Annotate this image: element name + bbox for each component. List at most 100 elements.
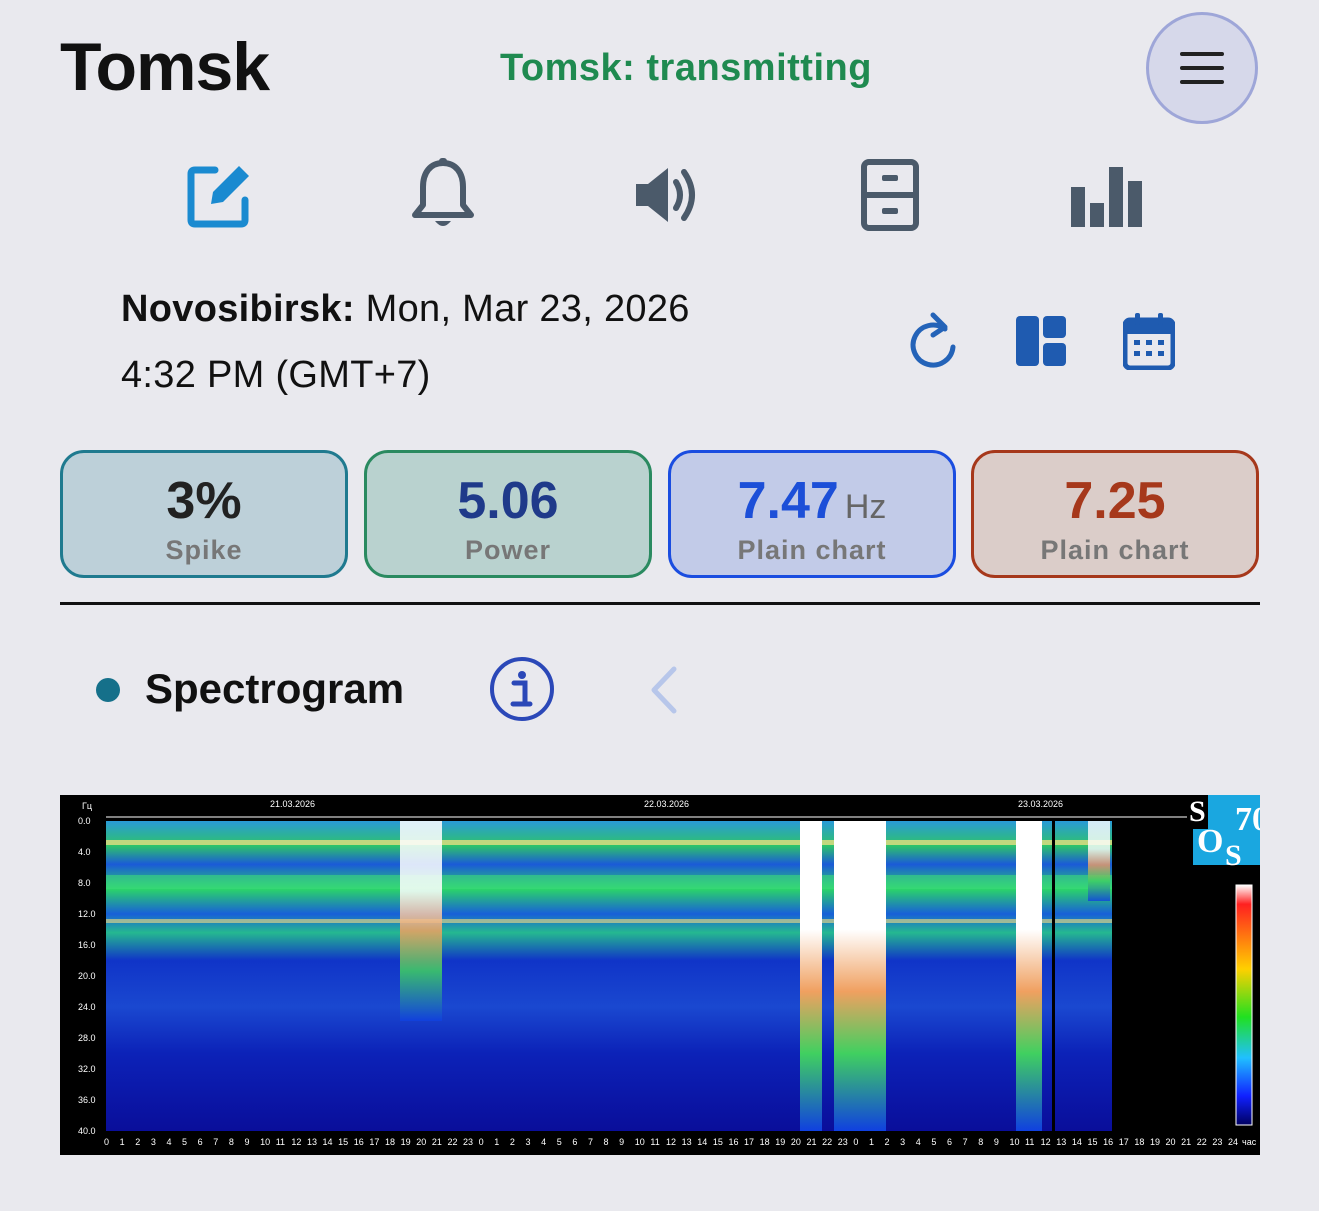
y-tick-label: 36.0: [78, 1095, 96, 1105]
y-tick-label: 24.0: [78, 1002, 96, 1012]
x-tick-label: 7: [963, 1137, 968, 1147]
sound-button[interactable]: [622, 150, 712, 240]
x-tick-label: 12: [666, 1137, 676, 1147]
band-yellow-1: [106, 840, 1112, 845]
y-tick-label: 0.0: [78, 816, 91, 826]
y-tick-label: 40.0: [78, 1126, 96, 1136]
x-tick-label: 12: [291, 1137, 301, 1147]
color-scale: [1235, 884, 1253, 1126]
x-tick-label: 6: [198, 1137, 203, 1147]
x-tick-label: 23: [1212, 1137, 1222, 1147]
amplitude-card[interactable]: 7.25 Plain chart: [971, 450, 1259, 578]
calendar-button[interactable]: [1113, 305, 1185, 377]
notifications-button[interactable]: [398, 150, 488, 240]
calendar-icon: [1123, 313, 1175, 370]
archive-button[interactable]: [845, 150, 935, 240]
x-tick-label: 14: [323, 1137, 333, 1147]
x-tick-label: 3: [151, 1137, 156, 1147]
x-tick-label: 0: [104, 1137, 109, 1147]
x-tick-label: 24: [1228, 1137, 1238, 1147]
x-tick-label: 17: [1119, 1137, 1129, 1147]
x-tick-label: 5: [931, 1137, 936, 1147]
layout-icon: [1016, 316, 1066, 366]
edit-button[interactable]: [175, 150, 265, 240]
x-tick-label: 8: [229, 1137, 234, 1147]
card-value: 3%: [166, 472, 242, 530]
y-tick-label: 12.0: [78, 909, 96, 919]
card-label: Power: [464, 535, 552, 565]
x-tick-label: 22: [447, 1137, 457, 1147]
card-label: Plain chart: [1040, 535, 1190, 565]
date-label-3: 23.03.2026: [1018, 799, 1063, 809]
x-tick-label: 16: [728, 1137, 738, 1147]
x-tick-label: 6: [947, 1137, 952, 1147]
x-tick-label: 2: [510, 1137, 515, 1147]
date-text: Mon, Mar 23, 2026: [365, 288, 690, 330]
refresh-icon: [910, 312, 956, 368]
x-tick-label: 6: [572, 1137, 577, 1147]
x-tick-label: 17: [369, 1137, 379, 1147]
spectrogram-plot: Гц час 21.03.2026 22.03.2026 23.03.2026 …: [78, 799, 1257, 1147]
city-label: Novosibirsk:: [121, 288, 355, 330]
y-tick-label: 28.0: [78, 1033, 96, 1043]
burst-3: [834, 821, 886, 1131]
x-tick-label: 14: [697, 1137, 707, 1147]
x-tick-label: 10: [260, 1137, 270, 1147]
band-green: [106, 875, 1112, 889]
x-tick-label: 3: [900, 1137, 905, 1147]
band-yellow-2: [106, 919, 1112, 923]
x-tick-label: 16: [354, 1137, 364, 1147]
plot-area: [106, 821, 1112, 1131]
frequency-card[interactable]: 7.47 Hz Plain chart: [668, 450, 956, 578]
x-tick-label: 13: [682, 1137, 692, 1147]
previous-button[interactable]: [638, 660, 688, 720]
x-tick-label: 23: [463, 1137, 473, 1147]
x-tick-label: 8: [604, 1137, 609, 1147]
x-tick-label: 11: [650, 1137, 659, 1147]
spike-card[interactable]: 3% Spike: [60, 450, 348, 578]
spectrogram-image: Гц час 21.03.2026 22.03.2026 23.03.2026 …: [60, 795, 1260, 1155]
sos-logo: S 70 O S: [1187, 795, 1260, 872]
x-tick-label: 0: [479, 1137, 484, 1147]
info-icon: [490, 657, 554, 721]
x-tick-label: 14: [1072, 1137, 1082, 1147]
y-tick-label: 16.0: [78, 940, 96, 950]
x-tick-label: 11: [276, 1137, 285, 1147]
x-tick-label: 9: [245, 1137, 250, 1147]
card-label: Spike: [165, 535, 243, 565]
x-tick-label: 7: [213, 1137, 218, 1147]
x-tick-label: 15: [338, 1137, 348, 1147]
x-tick-label: 20: [416, 1137, 426, 1147]
x-tick-label: 13: [307, 1137, 317, 1147]
edit-icon: [187, 166, 249, 228]
x-tick-label: 15: [1088, 1137, 1098, 1147]
y-tick-label: 32.0: [78, 1064, 96, 1074]
transmission-status: Tomsk: transmitting: [500, 47, 872, 89]
x-tick-label: 10: [635, 1137, 645, 1147]
x-tick-label: 0: [853, 1137, 858, 1147]
cabinet-icon: [861, 159, 919, 231]
x-tick-label: 18: [385, 1137, 395, 1147]
x-tick-label: 21: [807, 1137, 817, 1147]
layout-button[interactable]: [1005, 305, 1077, 377]
hamburger-icon: [1180, 52, 1224, 84]
x-tick-label: 4: [166, 1137, 171, 1147]
gap-line: [1052, 821, 1055, 1131]
x-tick-label: 11: [1025, 1137, 1034, 1147]
refresh-button[interactable]: [897, 305, 969, 377]
x-tick-label: 12: [1041, 1137, 1051, 1147]
info-button[interactable]: [488, 655, 556, 723]
page-title: Tomsk: [60, 29, 270, 105]
stats-button[interactable]: [1061, 150, 1151, 240]
menu-button[interactable]: [1146, 12, 1258, 124]
burst-4: [1016, 821, 1042, 1131]
x-tick-label: 20: [791, 1137, 801, 1147]
x-tick-label: 9: [994, 1137, 999, 1147]
x-tick-label: 22: [1197, 1137, 1207, 1147]
power-card[interactable]: 5.06 Power: [364, 450, 652, 578]
x-tick-label: 1: [869, 1137, 874, 1147]
x-tick-label: 16: [1103, 1137, 1113, 1147]
x-tick-label: 1: [494, 1137, 499, 1147]
x-tick-label: 21: [432, 1137, 442, 1147]
x-tick-label: 13: [1056, 1137, 1066, 1147]
